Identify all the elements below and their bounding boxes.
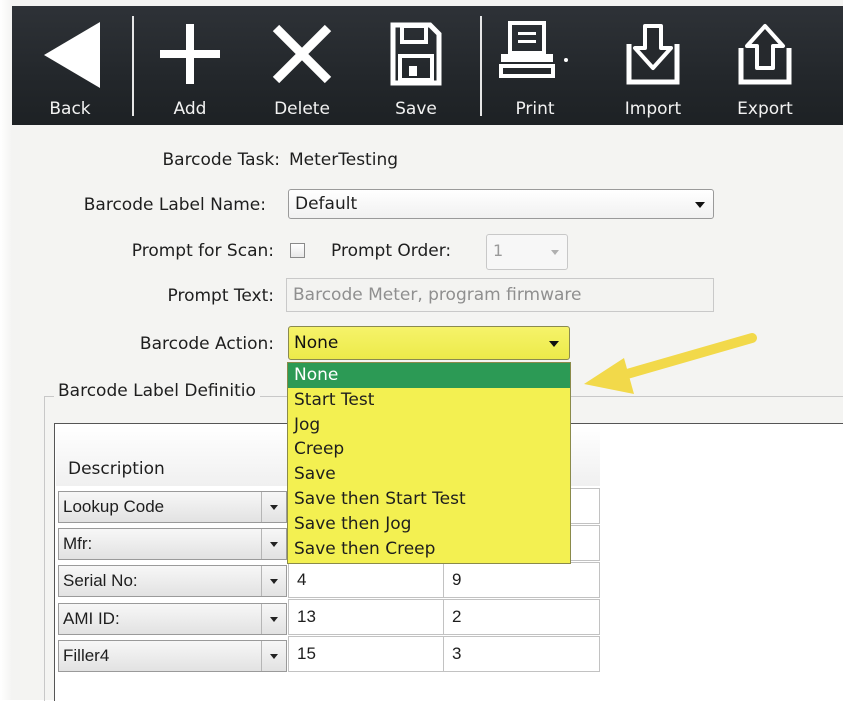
toolbar-separator (480, 16, 482, 116)
row-description-combo[interactable]: AMI ID: (58, 603, 287, 635)
row-description-combo[interactable]: Lookup Code (58, 491, 287, 523)
row-description-text: Serial No: (63, 571, 138, 590)
chevron-down-icon (261, 529, 286, 559)
grid-cell[interactable]: 15 (288, 636, 444, 672)
close-icon (272, 24, 332, 84)
back-button[interactable]: Back (30, 6, 110, 125)
chevron-down-icon (551, 250, 559, 255)
dropdown-option-save[interactable]: Save (288, 462, 570, 487)
chevron-down-icon (695, 202, 705, 208)
dropdown-option-jog[interactable]: Jog (288, 413, 570, 438)
barcode-task-label: Barcode Task: (162, 150, 280, 170)
column-header-description: Description (68, 459, 165, 479)
row-description-text: Mfr: (63, 534, 93, 553)
prompt-text-input[interactable]: Barcode Meter, program firmware (286, 278, 714, 312)
barcode-task-value: MeterTesting (289, 150, 399, 170)
barcode-label-name-label: Barcode Label Name: (83, 195, 266, 215)
add-label: Add (173, 99, 207, 119)
back-arrow-icon (44, 22, 100, 88)
group-title: Barcode Label Definitio (54, 381, 260, 401)
dropdown-option-none[interactable]: None (288, 363, 570, 388)
dropdown-option-save-then-jog[interactable]: Save then Jog (288, 512, 570, 537)
import-icon (626, 24, 680, 85)
barcode-action-value: None (294, 333, 339, 353)
import-button[interactable]: Import (608, 6, 698, 125)
row-description-text: Filler4 (63, 646, 110, 665)
prompt-for-scan-label: Prompt for Scan: (131, 241, 274, 261)
delete-button[interactable]: Delete (262, 6, 342, 125)
grid-cell[interactable]: 13 (288, 599, 444, 635)
grid-cell[interactable]: 3 (443, 636, 600, 672)
barcode-action-dropdown-list: None Start Test Jog Creep Save Save then… (287, 362, 571, 564)
printer-icon (499, 21, 568, 78)
plus-icon (160, 24, 220, 84)
chevron-down-icon (261, 566, 286, 596)
export-label: Export (737, 99, 793, 119)
window-edge (0, 0, 12, 700)
save-button[interactable]: Save (376, 6, 456, 125)
row-description-combo[interactable]: Filler4 (58, 640, 287, 672)
toolbar: Back Add Delete Save Print Import Export (12, 6, 843, 125)
dropdown-option-save-then-creep[interactable]: Save then Creep (288, 537, 570, 562)
barcode-label-name-select[interactable]: Default (288, 189, 714, 219)
annotation-arrow-icon (584, 333, 757, 394)
export-icon (738, 24, 792, 85)
dropdown-option-start-test[interactable]: Start Test (288, 388, 570, 413)
print-button[interactable]: Print (490, 6, 580, 125)
chevron-down-icon (261, 641, 286, 671)
delete-label: Delete (274, 99, 330, 119)
print-label: Print (515, 99, 555, 119)
chevron-down-icon (549, 341, 559, 347)
export-button[interactable]: Export (720, 6, 810, 125)
row-description-combo[interactable]: Mfr: (58, 528, 287, 560)
prompt-for-scan-checkbox[interactable] (290, 243, 305, 258)
import-label: Import (624, 99, 682, 119)
app-window: Back Add Delete Save Print Import Export… (0, 0, 843, 701)
dropdown-option-creep[interactable]: Creep (288, 437, 570, 462)
back-label: Back (49, 99, 91, 119)
barcode-action-label: Barcode Action: (139, 334, 274, 354)
prompt-order-select[interactable]: 1 (486, 234, 568, 270)
floppy-disk-icon (390, 22, 442, 86)
barcode-label-name-value: Default (295, 194, 358, 214)
grid-cell[interactable]: 9 (443, 562, 600, 598)
row-description-text: AMI ID: (63, 609, 120, 628)
prompt-text-label: Prompt Text: (167, 286, 275, 306)
toolbar-separator (132, 16, 134, 116)
row-description-text: Lookup Code (63, 497, 165, 516)
grid-cell[interactable]: 2 (443, 599, 600, 635)
barcode-action-select[interactable]: None (288, 326, 570, 360)
chevron-down-icon (261, 604, 286, 634)
prompt-order-value: 1 (493, 241, 504, 260)
grid-cell[interactable]: 4 (288, 562, 444, 598)
save-label: Save (395, 99, 437, 119)
add-button[interactable]: Add (150, 6, 230, 125)
dropdown-option-save-then-start-test[interactable]: Save then Start Test (288, 487, 570, 512)
row-description-combo[interactable]: Serial No: (58, 565, 287, 597)
chevron-down-icon (261, 492, 286, 522)
prompt-order-label: Prompt Order: (331, 241, 452, 261)
